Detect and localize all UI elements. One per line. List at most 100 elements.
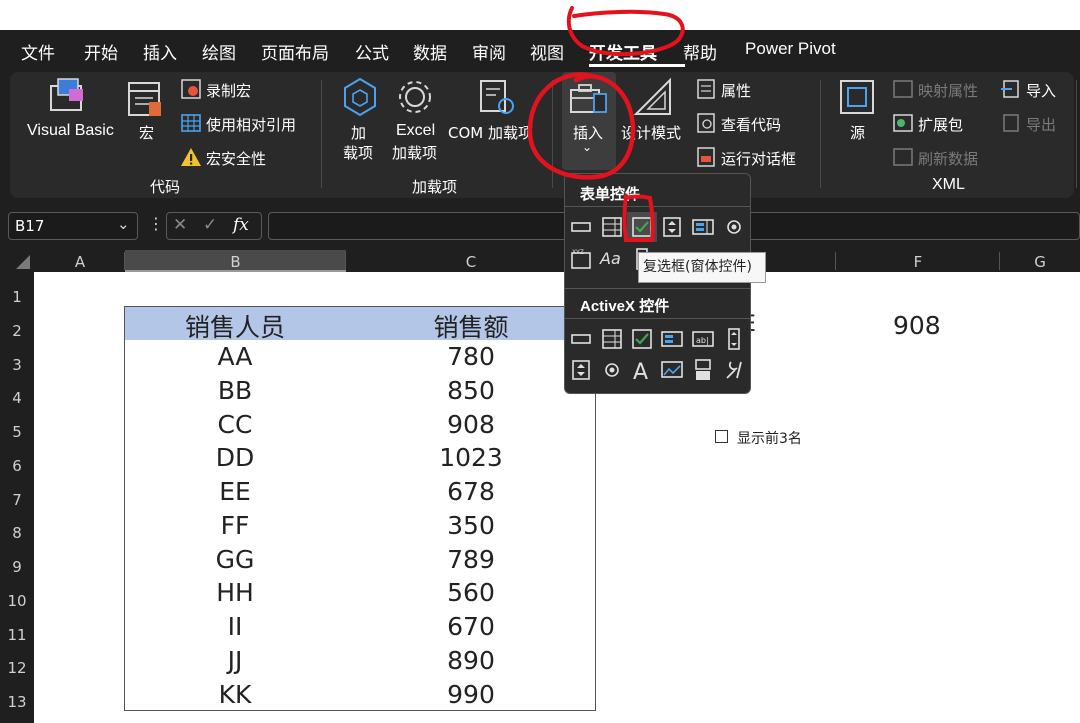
macro-security-label: 宏安全性 <box>206 150 267 168</box>
option-button-control-icon[interactable] <box>721 214 747 240</box>
sales-amount-cell[interactable]: 990 <box>346 680 596 709</box>
sales-amount-cell[interactable]: 678 <box>346 477 596 506</box>
activex-label-icon[interactable]: A <box>629 357 655 383</box>
column-header-g[interactable]: G <box>1000 250 1080 272</box>
salesperson-cell[interactable]: JJ <box>125 646 345 675</box>
menu-developer[interactable]: 开发工具 <box>589 39 657 64</box>
row-header-4[interactable]: 4 <box>0 389 34 407</box>
row-header-8[interactable]: 8 <box>0 524 34 542</box>
row-header-13[interactable]: 13 <box>0 693 34 711</box>
code-group-label: 代码 <box>150 178 181 196</box>
sales-amount-cell[interactable]: 908 <box>346 410 596 439</box>
menu-formulas[interactable]: 公式 <box>355 39 389 64</box>
sales-amount-cell[interactable]: 670 <box>346 612 596 641</box>
checkbox-box[interactable] <box>715 430 728 443</box>
list-box-control-icon[interactable] <box>690 214 716 240</box>
salesperson-cell[interactable]: HH <box>125 578 345 607</box>
sales-amount-cell[interactable]: 789 <box>346 545 596 574</box>
visual-basic-icon <box>50 78 83 111</box>
insert-controls-dropdown: 表单控件 XYZ Aa ActiveX 控件 ab| A <box>564 173 751 394</box>
row-header-6[interactable]: 6 <box>0 457 34 475</box>
combo-box-control-icon[interactable] <box>599 214 625 240</box>
activex-option-button-icon[interactable] <box>599 357 625 383</box>
activex-combo-box-icon[interactable] <box>599 326 625 352</box>
menu-review[interactable]: 审阅 <box>472 39 506 64</box>
row-header-7[interactable]: 7 <box>0 491 34 509</box>
activex-spin-button-icon[interactable] <box>568 357 594 383</box>
salesperson-cell[interactable]: DD <box>125 443 345 472</box>
title-strip <box>0 0 1080 30</box>
salesperson-cell[interactable]: II <box>125 612 345 641</box>
toolbox-icon <box>570 84 607 113</box>
activex-image-icon[interactable] <box>659 357 685 383</box>
header-salesperson[interactable]: 销售人员 <box>125 308 345 344</box>
insert-function-icon[interactable]: fx <box>233 215 249 235</box>
macro-label: 宏 <box>139 124 155 142</box>
sales-amount-cell[interactable]: 560 <box>346 578 596 607</box>
active-tab-underline <box>589 64 685 67</box>
name-box[interactable]: B17 ⌄ <box>8 212 138 240</box>
row-header-9[interactable]: 9 <box>0 558 34 576</box>
checkbox-control-icon[interactable] <box>629 214 655 240</box>
chevron-down-icon[interactable]: ⌄ <box>117 215 130 233</box>
sales-amount-cell[interactable]: 850 <box>346 376 596 405</box>
salesperson-cell[interactable]: EE <box>125 477 345 506</box>
menu-page-layout[interactable]: 页面布局 <box>261 39 329 64</box>
cancel-icon[interactable]: ✕ <box>173 215 187 235</box>
column-header-f[interactable]: F <box>836 250 1000 272</box>
more-controls-icon[interactable] <box>721 357 747 383</box>
sales-amount-cell[interactable]: 1023 <box>346 443 596 472</box>
activex-list-box-icon[interactable] <box>659 326 685 352</box>
column-header-c[interactable]: C <box>346 250 596 272</box>
row-header-2[interactable]: 2 <box>0 322 34 340</box>
activex-scroll-bar-icon[interactable] <box>721 326 747 352</box>
button-control-icon[interactable] <box>568 214 594 240</box>
cell-f2[interactable]: 908 <box>893 311 941 340</box>
row-header-3[interactable]: 3 <box>0 356 34 374</box>
menu-power-pivot[interactable]: Power Pivot <box>745 39 836 59</box>
row-header-1[interactable]: 1 <box>0 288 34 306</box>
sales-amount-cell[interactable]: 890 <box>346 646 596 675</box>
menu-insert[interactable]: 插入 <box>143 39 177 64</box>
salesperson-cell[interactable]: BB <box>125 376 345 405</box>
activex-toggle-button-icon[interactable] <box>690 357 716 383</box>
header-sales-amount[interactable]: 销售额 <box>346 308 596 344</box>
activex-button-icon[interactable] <box>568 326 594 352</box>
menu-file[interactable]: 文件 <box>21 39 55 64</box>
menu-data[interactable]: 数据 <box>413 39 447 64</box>
sales-amount-cell[interactable]: 350 <box>346 511 596 540</box>
column-divider <box>124 252 125 270</box>
salesperson-cell[interactable]: AA <box>125 342 345 371</box>
menu-view[interactable]: 视图 <box>530 39 564 64</box>
select-all-icon[interactable] <box>14 254 32 270</box>
com-addins-label: COM 加载项 <box>448 124 533 142</box>
name-box-value: B17 <box>15 217 45 235</box>
label-control-icon[interactable]: Aa <box>600 249 621 268</box>
excel-addins-line2: 加载项 <box>392 144 438 162</box>
activex-checkbox-icon[interactable] <box>629 326 655 352</box>
column-header-b[interactable]: B <box>125 250 346 272</box>
menu-help[interactable]: 帮助 <box>683 39 717 64</box>
salesperson-cell[interactable]: GG <box>125 545 345 574</box>
row-header-12[interactable]: 12 <box>0 659 34 677</box>
row-header-11[interactable]: 11 <box>0 626 34 644</box>
more-options-icon[interactable]: ⋮ <box>148 214 164 233</box>
menu-home[interactable]: 开始 <box>84 39 118 64</box>
salesperson-cell[interactable]: KK <box>125 680 345 709</box>
salesperson-cell[interactable]: FF <box>125 511 345 540</box>
row-header-5[interactable]: 5 <box>0 423 34 441</box>
confirm-icon[interactable]: ✓ <box>203 215 217 235</box>
row-header-10[interactable]: 10 <box>0 592 34 610</box>
spin-button-control-icon[interactable] <box>659 214 685 240</box>
group-box-control-icon[interactable]: XYZ <box>568 246 594 272</box>
sales-amount-cell[interactable]: 780 <box>346 342 596 371</box>
menu-draw[interactable]: 绘图 <box>202 39 236 64</box>
activex-text-box-icon[interactable]: ab| <box>690 326 716 352</box>
divider <box>565 288 750 289</box>
com-addins-icon <box>480 80 514 114</box>
checkbox-control-tooltip: 复选框(窗体控件) <box>638 252 766 283</box>
visual-basic-label: Visual Basic <box>27 122 114 139</box>
salesperson-cell[interactable]: CC <box>125 410 345 439</box>
column-header-a[interactable]: A <box>35 250 125 272</box>
design-mode-icon <box>633 77 671 115</box>
